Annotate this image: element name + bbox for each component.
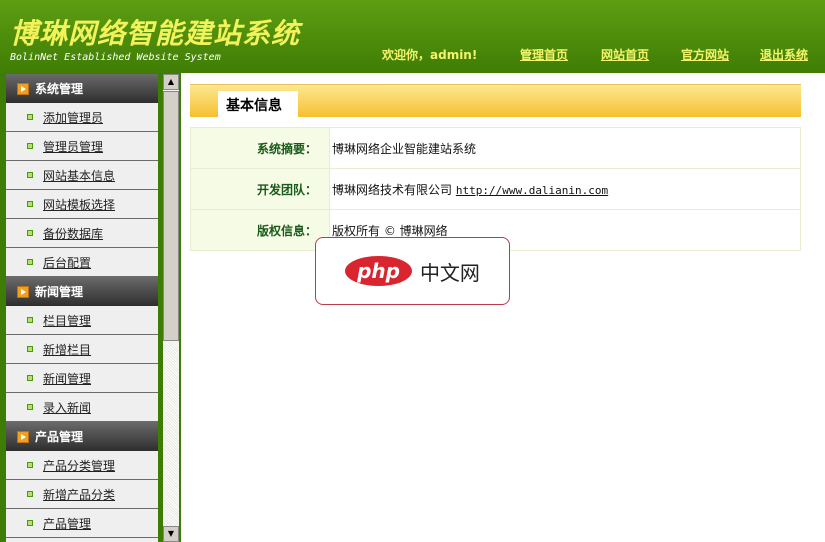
sidebar-item[interactable]: 产品管理 xyxy=(6,509,158,538)
sidebar-item-link[interactable]: 新增栏目 xyxy=(43,341,91,358)
bullet-icon xyxy=(27,375,33,381)
sidebar-item-link[interactable]: 后台配置 xyxy=(43,254,91,271)
sidebar-item[interactable]: 添加管理员 xyxy=(6,103,158,132)
bullet-icon xyxy=(27,259,33,265)
bullet-icon xyxy=(27,143,33,149)
section-title: 系统管理 xyxy=(35,82,84,96)
bullet-icon xyxy=(27,201,33,207)
bullet-icon xyxy=(27,404,33,410)
sidebar-item-link[interactable]: 新闻管理 xyxy=(43,370,91,387)
sidebar-item-link[interactable]: 网站模板选择 xyxy=(43,196,115,213)
bullet-icon xyxy=(27,462,33,468)
sidebar-item[interactable]: 后台配置 xyxy=(6,248,158,277)
welcome-text: 欢迎你，admin! xyxy=(382,48,478,62)
sidebar: 系统管理 添加管理员 管理员管理 网站基本信息 网站模板选择 备份数据库 后台配置 新闻管理栏… xyxy=(0,73,181,542)
sidebar-item-link[interactable]: 产品分类管理 xyxy=(43,457,115,474)
arrow-icon xyxy=(17,430,29,443)
sidebar-item[interactable]: 备份数据库 xyxy=(6,219,158,248)
row-value-cell: 博琳网络技术有限公司 http://www.dalianin.com xyxy=(329,168,801,210)
logout-link[interactable]: 退出系统 xyxy=(760,46,808,63)
sidebar-item-link[interactable]: 新增产品分类 xyxy=(43,486,115,503)
section-title: 新闻管理 xyxy=(35,285,84,299)
sidebar-menu: 系统管理 添加管理员 管理员管理 网站基本信息 网站模板选择 备份数据库 后台配置 新闻管理栏… xyxy=(6,74,158,542)
sidebar-item-link[interactable]: 录入新闻 xyxy=(43,399,91,416)
table-row: 系统摘要： 博琳网络企业智能建站系统 xyxy=(190,127,801,169)
scroll-down-button[interactable]: ▼ xyxy=(163,526,179,542)
sidebar-item[interactable]: 网站基本信息 xyxy=(6,161,158,190)
sidebar-item[interactable]: 新增栏目 xyxy=(6,335,158,364)
bullet-icon xyxy=(27,491,33,497)
bullet-icon xyxy=(27,172,33,178)
sidebar-section-header[interactable]: 产品管理 xyxy=(6,422,158,451)
info-table: 系统摘要： 博琳网络企业智能建站系统 开发团队： 博琳网络技术有限公司 http:/… xyxy=(190,127,801,251)
admin-home-link[interactable]: 管理首页 xyxy=(520,46,568,63)
sidebar-item[interactable]: 管理员管理 xyxy=(6,132,158,161)
team-website-link[interactable]: http://www.dalianin.com xyxy=(456,184,608,197)
php-logo: php xyxy=(345,256,412,286)
section-title: 产品管理 xyxy=(35,430,84,444)
tab-basic-info[interactable]: 基本信息 xyxy=(218,91,298,118)
sidebar-section-header[interactable]: 新闻管理 xyxy=(6,277,158,306)
bullet-icon xyxy=(27,346,33,352)
scroll-up-button[interactable]: ▲ xyxy=(163,74,179,90)
scroll-thumb[interactable] xyxy=(163,91,179,341)
official-site-link[interactable]: 官方网站 xyxy=(681,46,729,63)
sidebar-item-link[interactable]: 网站基本信息 xyxy=(43,167,115,184)
arrow-icon xyxy=(17,82,29,95)
bullet-icon xyxy=(27,230,33,236)
sidebar-item-link[interactable]: 添加管理员 xyxy=(43,109,103,126)
sidebar-item-link[interactable]: 备份数据库 xyxy=(43,225,103,242)
bullet-icon xyxy=(27,317,33,323)
row-value: 博琳网络企业智能建站系统 xyxy=(329,127,801,169)
site-logo: 博琳网络智能建站系统 xyxy=(10,17,301,50)
bullet-icon xyxy=(27,520,33,526)
sidebar-item[interactable]: 栏目管理 xyxy=(6,306,158,335)
sidebar-item[interactable]: 网站模板选择 xyxy=(6,190,158,219)
tab-bar: 基本信息 xyxy=(190,84,801,118)
sidebar-section-header[interactable]: 系统管理 xyxy=(6,74,158,103)
sidebar-item[interactable]: 新闻管理 xyxy=(6,364,158,393)
sidebar-item[interactable]: 新增产品分类 xyxy=(6,480,158,509)
sidebar-item-link[interactable]: 产品管理 xyxy=(43,515,91,532)
sidebar-item-link[interactable]: 栏目管理 xyxy=(43,312,91,329)
row-label: 系统摘要： xyxy=(190,127,330,169)
arrow-icon xyxy=(17,285,29,298)
site-home-link[interactable]: 网站首页 xyxy=(601,46,649,63)
sidebar-item-link[interactable]: 管理员管理 xyxy=(43,138,103,155)
sidebar-scrollbar[interactable]: ▲ ▼ xyxy=(163,74,179,542)
row-label: 版权信息： xyxy=(190,209,330,251)
row-label: 开发团队： xyxy=(190,168,330,210)
sidebar-item[interactable]: 产品分类管理 xyxy=(6,451,158,480)
row-value: 博琳网络技术有限公司 xyxy=(332,182,453,197)
watermark-text: 中文网 xyxy=(419,260,480,285)
watermark: php 中文网 xyxy=(315,237,510,305)
header: 博琳网络智能建站系统 BolinNet Established Website … xyxy=(0,0,825,73)
bullet-icon xyxy=(27,114,33,120)
site-subtitle: BolinNet Established Website System xyxy=(10,52,221,63)
table-row: 开发团队： 博琳网络技术有限公司 http://www.dalianin.com xyxy=(190,168,801,210)
sidebar-item[interactable]: 录入新闻 xyxy=(6,393,158,422)
